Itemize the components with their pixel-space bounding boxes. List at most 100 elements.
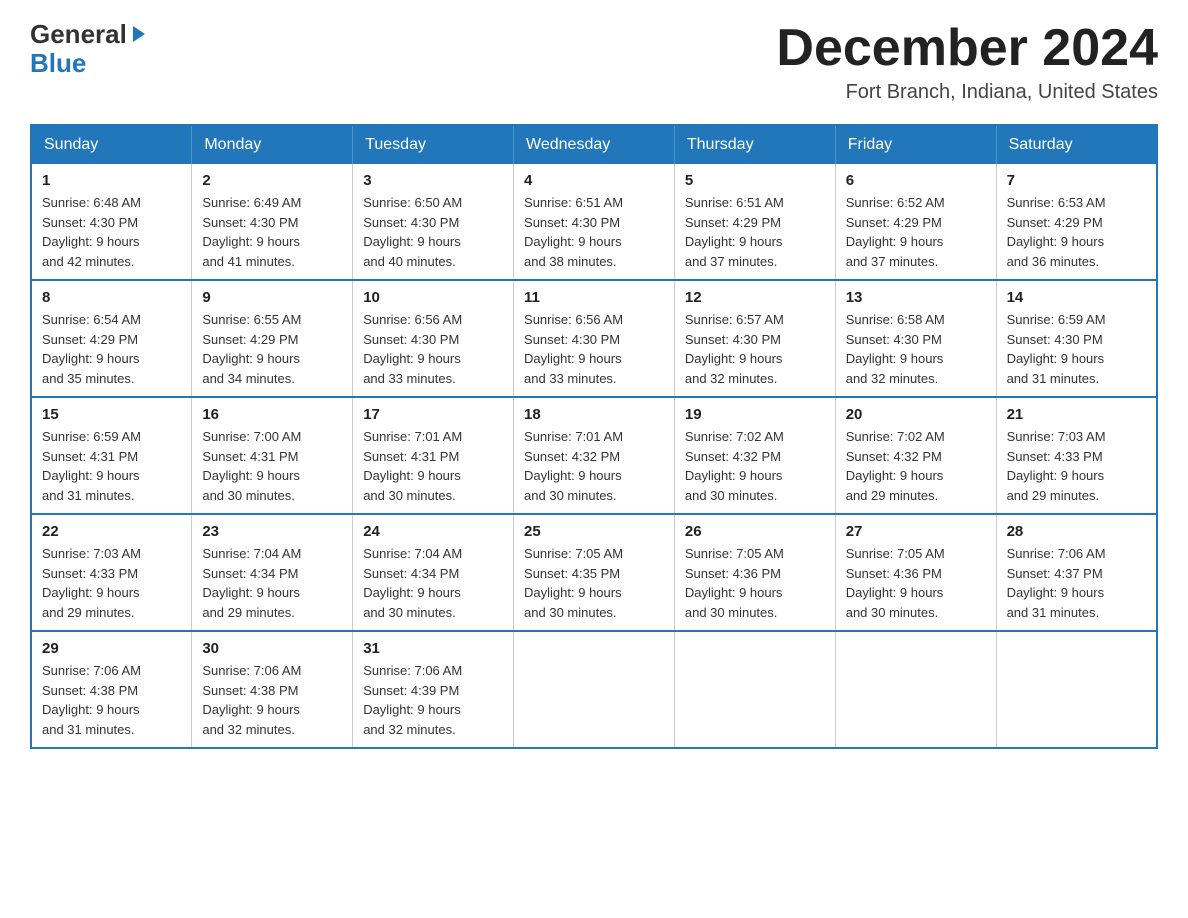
day-info: Sunrise: 6:50 AM Sunset: 4:30 PM Dayligh…: [363, 193, 503, 271]
day-info: Sunrise: 7:03 AM Sunset: 4:33 PM Dayligh…: [1007, 427, 1146, 505]
day-info: Sunrise: 6:54 AM Sunset: 4:29 PM Dayligh…: [42, 310, 181, 388]
day-info: Sunrise: 7:05 AM Sunset: 4:36 PM Dayligh…: [685, 544, 825, 622]
calendar-day-cell: 11 Sunrise: 6:56 AM Sunset: 4:30 PM Dayl…: [514, 280, 675, 397]
day-info: Sunrise: 7:06 AM Sunset: 4:38 PM Dayligh…: [42, 661, 181, 739]
day-info: Sunrise: 6:53 AM Sunset: 4:29 PM Dayligh…: [1007, 193, 1146, 271]
header-tuesday: Tuesday: [353, 125, 514, 164]
day-info: Sunrise: 7:06 AM Sunset: 4:37 PM Dayligh…: [1007, 544, 1146, 622]
calendar-week-row: 1 Sunrise: 6:48 AM Sunset: 4:30 PM Dayli…: [31, 164, 1157, 280]
day-number: 3: [363, 172, 503, 189]
day-info: Sunrise: 7:04 AM Sunset: 4:34 PM Dayligh…: [202, 544, 342, 622]
day-number: 23: [202, 523, 342, 540]
day-number: 11: [524, 289, 664, 306]
weekday-header-row: Sunday Monday Tuesday Wednesday Thursday…: [31, 125, 1157, 164]
day-info: Sunrise: 6:51 AM Sunset: 4:30 PM Dayligh…: [524, 193, 664, 271]
day-number: 7: [1007, 172, 1146, 189]
calendar-day-cell: 4 Sunrise: 6:51 AM Sunset: 4:30 PM Dayli…: [514, 164, 675, 280]
day-info: Sunrise: 7:05 AM Sunset: 4:35 PM Dayligh…: [524, 544, 664, 622]
calendar-day-cell: 13 Sunrise: 6:58 AM Sunset: 4:30 PM Dayl…: [835, 280, 996, 397]
day-number: 28: [1007, 523, 1146, 540]
calendar-day-cell: [996, 631, 1157, 748]
calendar-day-cell: 5 Sunrise: 6:51 AM Sunset: 4:29 PM Dayli…: [674, 164, 835, 280]
day-number: 19: [685, 406, 825, 423]
calendar-day-cell: 28 Sunrise: 7:06 AM Sunset: 4:37 PM Dayl…: [996, 514, 1157, 631]
day-number: 30: [202, 640, 342, 657]
logo-triangle-icon: [133, 26, 145, 42]
location-subtitle: Fort Branch, Indiana, United States: [776, 81, 1158, 104]
calendar-day-cell: 19 Sunrise: 7:02 AM Sunset: 4:32 PM Dayl…: [674, 397, 835, 514]
header-wednesday: Wednesday: [514, 125, 675, 164]
calendar-day-cell: [514, 631, 675, 748]
calendar-day-cell: 17 Sunrise: 7:01 AM Sunset: 4:31 PM Dayl…: [353, 397, 514, 514]
day-info: Sunrise: 6:57 AM Sunset: 4:30 PM Dayligh…: [685, 310, 825, 388]
calendar-day-cell: 9 Sunrise: 6:55 AM Sunset: 4:29 PM Dayli…: [192, 280, 353, 397]
day-number: 9: [202, 289, 342, 306]
day-number: 10: [363, 289, 503, 306]
day-number: 29: [42, 640, 181, 657]
calendar-day-cell: 15 Sunrise: 6:59 AM Sunset: 4:31 PM Dayl…: [31, 397, 192, 514]
day-number: 16: [202, 406, 342, 423]
calendar-day-cell: 7 Sunrise: 6:53 AM Sunset: 4:29 PM Dayli…: [996, 164, 1157, 280]
calendar-week-row: 15 Sunrise: 6:59 AM Sunset: 4:31 PM Dayl…: [31, 397, 1157, 514]
page-header: General Blue December 2024 Fort Branch, …: [30, 20, 1158, 104]
day-number: 5: [685, 172, 825, 189]
logo-blue: Blue: [30, 49, 86, 78]
calendar-week-row: 29 Sunrise: 7:06 AM Sunset: 4:38 PM Dayl…: [31, 631, 1157, 748]
day-info: Sunrise: 6:55 AM Sunset: 4:29 PM Dayligh…: [202, 310, 342, 388]
day-info: Sunrise: 7:01 AM Sunset: 4:31 PM Dayligh…: [363, 427, 503, 505]
calendar-day-cell: 6 Sunrise: 6:52 AM Sunset: 4:29 PM Dayli…: [835, 164, 996, 280]
header-thursday: Thursday: [674, 125, 835, 164]
calendar-day-cell: 10 Sunrise: 6:56 AM Sunset: 4:30 PM Dayl…: [353, 280, 514, 397]
calendar-day-cell: 29 Sunrise: 7:06 AM Sunset: 4:38 PM Dayl…: [31, 631, 192, 748]
day-info: Sunrise: 6:56 AM Sunset: 4:30 PM Dayligh…: [524, 310, 664, 388]
day-info: Sunrise: 7:05 AM Sunset: 4:36 PM Dayligh…: [846, 544, 986, 622]
calendar-day-cell: 23 Sunrise: 7:04 AM Sunset: 4:34 PM Dayl…: [192, 514, 353, 631]
day-number: 6: [846, 172, 986, 189]
day-number: 22: [42, 523, 181, 540]
calendar-day-cell: 12 Sunrise: 6:57 AM Sunset: 4:30 PM Dayl…: [674, 280, 835, 397]
day-info: Sunrise: 7:04 AM Sunset: 4:34 PM Dayligh…: [363, 544, 503, 622]
day-number: 8: [42, 289, 181, 306]
month-year-title: December 2024: [776, 20, 1158, 77]
day-number: 14: [1007, 289, 1146, 306]
day-number: 31: [363, 640, 503, 657]
day-info: Sunrise: 6:49 AM Sunset: 4:30 PM Dayligh…: [202, 193, 342, 271]
day-info: Sunrise: 7:01 AM Sunset: 4:32 PM Dayligh…: [524, 427, 664, 505]
day-info: Sunrise: 7:02 AM Sunset: 4:32 PM Dayligh…: [846, 427, 986, 505]
day-number: 24: [363, 523, 503, 540]
calendar-day-cell: 24 Sunrise: 7:04 AM Sunset: 4:34 PM Dayl…: [353, 514, 514, 631]
calendar-day-cell: 25 Sunrise: 7:05 AM Sunset: 4:35 PM Dayl…: [514, 514, 675, 631]
day-number: 27: [846, 523, 986, 540]
day-number: 13: [846, 289, 986, 306]
calendar-day-cell: 27 Sunrise: 7:05 AM Sunset: 4:36 PM Dayl…: [835, 514, 996, 631]
header-saturday: Saturday: [996, 125, 1157, 164]
calendar-day-cell: 22 Sunrise: 7:03 AM Sunset: 4:33 PM Dayl…: [31, 514, 192, 631]
day-number: 17: [363, 406, 503, 423]
day-info: Sunrise: 6:58 AM Sunset: 4:30 PM Dayligh…: [846, 310, 986, 388]
calendar-table: Sunday Monday Tuesday Wednesday Thursday…: [30, 124, 1158, 749]
day-number: 20: [846, 406, 986, 423]
calendar-day-cell: 8 Sunrise: 6:54 AM Sunset: 4:29 PM Dayli…: [31, 280, 192, 397]
calendar-day-cell: 30 Sunrise: 7:06 AM Sunset: 4:38 PM Dayl…: [192, 631, 353, 748]
day-info: Sunrise: 6:59 AM Sunset: 4:31 PM Dayligh…: [42, 427, 181, 505]
day-number: 4: [524, 172, 664, 189]
day-number: 15: [42, 406, 181, 423]
day-info: Sunrise: 6:56 AM Sunset: 4:30 PM Dayligh…: [363, 310, 503, 388]
header-friday: Friday: [835, 125, 996, 164]
header-monday: Monday: [192, 125, 353, 164]
calendar-day-cell: 16 Sunrise: 7:00 AM Sunset: 4:31 PM Dayl…: [192, 397, 353, 514]
day-info: Sunrise: 7:00 AM Sunset: 4:31 PM Dayligh…: [202, 427, 342, 505]
calendar-day-cell: 20 Sunrise: 7:02 AM Sunset: 4:32 PM Dayl…: [835, 397, 996, 514]
calendar-day-cell: 14 Sunrise: 6:59 AM Sunset: 4:30 PM Dayl…: [996, 280, 1157, 397]
calendar-day-cell: [835, 631, 996, 748]
day-number: 18: [524, 406, 664, 423]
day-info: Sunrise: 6:52 AM Sunset: 4:29 PM Dayligh…: [846, 193, 986, 271]
day-info: Sunrise: 6:51 AM Sunset: 4:29 PM Dayligh…: [685, 193, 825, 271]
day-number: 1: [42, 172, 181, 189]
day-info: Sunrise: 6:59 AM Sunset: 4:30 PM Dayligh…: [1007, 310, 1146, 388]
day-info: Sunrise: 7:06 AM Sunset: 4:39 PM Dayligh…: [363, 661, 503, 739]
header-sunday: Sunday: [31, 125, 192, 164]
day-info: Sunrise: 7:06 AM Sunset: 4:38 PM Dayligh…: [202, 661, 342, 739]
day-number: 12: [685, 289, 825, 306]
day-number: 26: [685, 523, 825, 540]
